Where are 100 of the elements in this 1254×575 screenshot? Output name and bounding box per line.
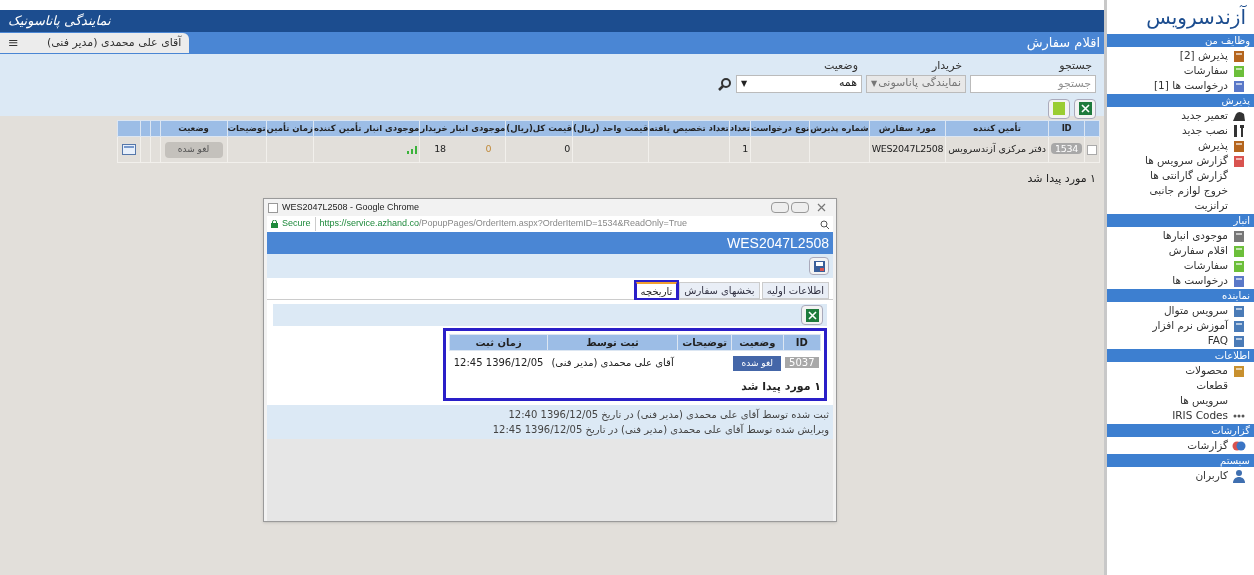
- search-icon[interactable]: [718, 76, 732, 91]
- minimize-button[interactable]: [771, 202, 789, 213]
- user-name: آقای علی محمدی (مدیر فنی): [46, 34, 182, 51]
- filter-label: خریدار: [930, 58, 963, 74]
- table-cell: [809, 136, 870, 163]
- column-header: ID: [1048, 120, 1085, 137]
- excel-export-button[interactable]: [801, 305, 823, 325]
- column-header: توضیحات: [227, 120, 267, 137]
- stock-count: 18: [434, 142, 446, 157]
- id-badge: 1534: [1051, 143, 1082, 155]
- sidebar-item[interactable]: گزارش سرویس ها: [1107, 153, 1254, 168]
- search-field[interactable]: جستجو: [970, 74, 1096, 93]
- sidebar-section-header: اطلاعات: [1107, 349, 1254, 362]
- sidebar-item[interactable]: سفارشات: [1107, 63, 1254, 78]
- result-count: ۱ مورد پیدا شد: [1026, 171, 1096, 187]
- sidebar-item[interactable]: تعمیر جدید: [1107, 108, 1254, 123]
- sidebar-item[interactable]: آموزش نرم افزار: [1107, 318, 1254, 333]
- sidebar-item[interactable]: موجودی انبارها: [1107, 228, 1254, 243]
- sidebar-item[interactable]: پذیرش: [1107, 138, 1254, 153]
- sidebar-item[interactable]: پذیرش [2]: [1107, 48, 1254, 63]
- sidebar-item[interactable]: کاربران: [1107, 468, 1254, 483]
- tab[interactable]: بخشهای سفارش: [679, 282, 760, 299]
- sidebar-section-header: وظایف من: [1107, 34, 1254, 47]
- save-button[interactable]: [809, 257, 829, 275]
- table-cell: 1: [729, 136, 751, 163]
- column-header: تعداد: [729, 120, 751, 137]
- sidebar-section-header: سیستم: [1107, 454, 1254, 467]
- window-title: WES2047L2508 - Google Chrome: [282, 200, 420, 214]
- sidebar-item[interactable]: IRIS Codes: [1107, 408, 1254, 423]
- sidebar-item[interactable]: درخواست ها: [1107, 273, 1254, 288]
- details-icon[interactable]: [121, 144, 136, 155]
- secure-label: Secure: [282, 217, 316, 231]
- logo: آزندسرویس: [1146, 4, 1246, 31]
- brand-title: نمایندگی پاناسونیک: [8, 12, 111, 31]
- sidebar-item[interactable]: محصولات: [1107, 363, 1254, 378]
- sidebar-item[interactable]: گزارش گارانتی ها: [1107, 168, 1254, 183]
- column-header: موجودی انبار خریدار: [419, 120, 506, 137]
- sidebar-item[interactable]: گزارشات: [1107, 438, 1254, 453]
- spreadsheet-icon: [805, 308, 819, 322]
- url-text[interactable]: https://service.azhand.co/PopupPages/OrderItem.aspx?OrderItemID=1534&ReadOnly=True: [319, 217, 816, 231]
- sidebar-item[interactable]: سرویس ها: [1107, 393, 1254, 408]
- column-header: ثبت توسط: [547, 334, 678, 351]
- id-badge: 5037: [785, 357, 819, 369]
- table-cell: WES2047L2508: [869, 136, 946, 163]
- sidebar-item[interactable]: سرویس متوال: [1107, 303, 1254, 318]
- table-cell: 0: [505, 136, 573, 163]
- status-button[interactable]: لغو شده: [733, 355, 782, 371]
- page-icon: [268, 202, 278, 213]
- result-count: ۱ مورد پیدا شد: [740, 378, 821, 395]
- maximize-button[interactable]: [791, 202, 809, 213]
- sidebar-item[interactable]: قطعات: [1107, 378, 1254, 393]
- close-icon[interactable]: [817, 203, 826, 212]
- spreadsheet-icon: [1078, 102, 1092, 115]
- column-header: قیمت کل(ریال): [505, 120, 573, 137]
- popup-heading: WES2047L2508: [727, 233, 829, 253]
- table-cell: 1396/12/05 12:45: [449, 350, 548, 375]
- table-cell: دفتر مرکزی آزندسرویس: [945, 136, 1049, 163]
- sidebar-section-header: انبار: [1107, 214, 1254, 227]
- sidebar-section-header: گزارشات: [1107, 424, 1254, 437]
- filter-label: جستجو: [1057, 58, 1093, 74]
- table-cell: [750, 136, 810, 163]
- sidebar-item[interactable]: نصب جدید: [1107, 123, 1254, 138]
- reserved-count: 0: [485, 142, 492, 157]
- audit-line: ثبت شده توسط آقای علی محمدی (مدیر فنی) در تاریخ 1396/12/05 12:40: [507, 407, 829, 422]
- column-header: نوع درخواست: [750, 120, 810, 137]
- column-header: مورد سفارش: [869, 120, 946, 137]
- row-checkbox[interactable]: [1087, 144, 1097, 155]
- lock-icon: [271, 220, 278, 228]
- zoom-icon[interactable]: [820, 219, 829, 229]
- column-header: تأمین کننده: [945, 120, 1049, 137]
- sidebar-item[interactable]: FAQ: [1107, 333, 1254, 348]
- tab[interactable]: اطلاعات اولیه: [761, 282, 829, 299]
- sidebar-item[interactable]: ترانزیت: [1107, 198, 1254, 213]
- column-header: زمان تأمین: [266, 120, 314, 137]
- tab[interactable]: تاریخچه: [635, 282, 678, 299]
- column-header: ID: [783, 334, 821, 351]
- column-header: وضعیت: [731, 334, 784, 351]
- sidebar-item[interactable]: سفارشات: [1107, 258, 1254, 273]
- tools-icon: [1232, 123, 1246, 138]
- column-header: وضعیت: [160, 120, 228, 137]
- user-tab[interactable]: ≡ آقای علی محمدی (مدیر فنی): [0, 33, 190, 53]
- sidebar-item[interactable]: درخواست ها [1]: [1107, 78, 1254, 93]
- filter-label: وضعیت: [822, 58, 859, 74]
- menu-icon: ≡: [8, 33, 19, 53]
- column-header: شماره پذیرش: [809, 120, 870, 137]
- audit-line: ویرایش شده توسط آقای علی محمدی (مدیر فنی) در تاریخ 1396/12/05 12:45: [491, 422, 829, 437]
- column-header: زمان ثبت: [449, 334, 548, 351]
- column-header: توضیحات: [677, 334, 732, 351]
- column-header: تعداد تخصیص یافته: [648, 120, 730, 137]
- user-icon: [1232, 468, 1246, 483]
- table-cell: آقای علی محمدی (مدیر فنی): [547, 350, 678, 375]
- sidebar-item[interactable]: اقلام سفارش: [1107, 243, 1254, 258]
- select-field[interactable]: همه ▼: [736, 74, 862, 93]
- page-title: اقلام سفارش: [1026, 34, 1100, 53]
- sidebar-section-header: پذیرش: [1107, 94, 1254, 107]
- sidebar-item[interactable]: خروج لوازم جانبی: [1107, 183, 1254, 198]
- column-header: قیمت واحد (ریال): [572, 120, 649, 137]
- signal-bars-icon: [407, 145, 418, 154]
- column-header: موجودی انبار تأمین کننده: [313, 120, 420, 137]
- excel-export-button[interactable]: [1074, 98, 1096, 119]
